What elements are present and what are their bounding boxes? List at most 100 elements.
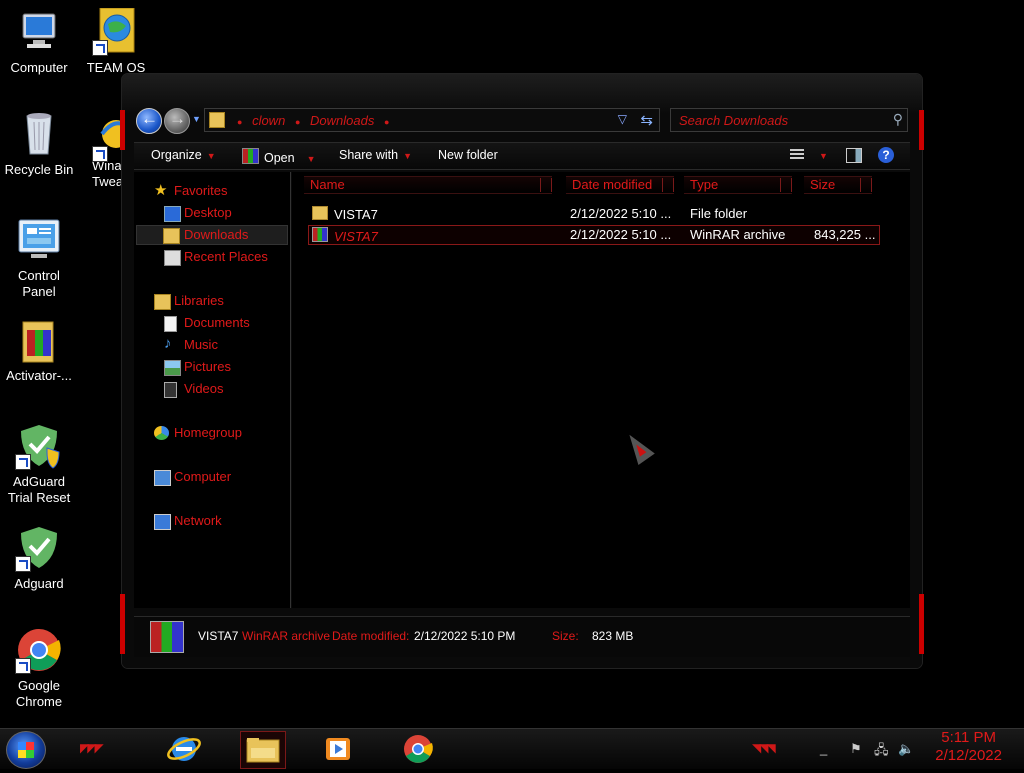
recent-pages-dropdown[interactable]: ▼ [192,114,201,124]
explorer-window[interactable]: ▼ ● clown ● Downloads ● ▽ ⇆ Search Downl… [120,74,924,668]
preview-pane-icon[interactable] [846,148,862,163]
file-list: Name Date modified Type Size VISTA7 2/12… [292,172,910,608]
details-date-label: Date modified: [332,629,410,643]
nav-label: Videos [184,381,224,396]
nav-pictures[interactable]: Pictures [164,359,231,376]
nav-videos[interactable]: Videos [164,381,224,398]
desktop-icon-adguard[interactable]: Adguard [0,524,78,592]
nav-documents[interactable]: Documents [164,315,250,332]
desktop-icon-recycle-bin[interactable]: Recycle Bin [0,110,78,178]
nav-music[interactable]: ♪ Music [164,335,218,352]
address-bar[interactable]: ● clown ● Downloads ● ▽ ⇆ [204,108,660,132]
breadcrumb-separator-icon[interactable]: ● [295,117,300,127]
view-options-icon[interactable] [790,149,804,161]
breadcrumb-separator-icon[interactable]: ● [384,117,389,127]
recycle-bin-icon [15,110,63,158]
desktop-icon-team-os[interactable]: TEAM OS [77,7,155,76]
search-icon[interactable]: ⚲ [893,111,903,128]
desktop-icon-label: Computer [10,60,68,75]
file-row-selected[interactable]: VISTA7 2/12/2022 5:10 ... WinRAR archive… [308,225,880,245]
chevron-down-icon: ▼ [206,151,216,161]
computer-icon [15,8,63,56]
taskbar-decoration: ◥◥◥ [752,741,776,755]
winrar-archive-icon [312,227,328,242]
organize-button[interactable]: Organize ▼ [151,148,216,162]
details-pane: VISTA7 WinRAR archive Date modified: 2/1… [134,616,910,657]
nav-label: Favorites [174,183,228,198]
forward-button[interactable] [164,108,190,134]
view-dropdown[interactable]: ▼ [814,148,828,162]
nav-label: Desktop [184,205,232,220]
nav-downloads[interactable]: Downloads [136,225,288,245]
action-center-flag-icon[interactable]: ⚑ [850,741,862,757]
file-row[interactable]: VISTA7 2/12/2022 5:10 ... File folder [308,204,880,224]
desktop-icon [164,206,181,222]
breadcrumb-item[interactable]: clown [252,113,285,128]
navigation-bar: ▼ ● clown ● Downloads ● ▽ ⇆ Search Downl… [134,106,910,136]
nav-network[interactable]: Network [154,513,222,530]
shortcut-arrow-icon [15,658,31,674]
network-tray-icon[interactable]: 🖧 [874,741,889,763]
details-file-name: VISTA7 [198,629,239,643]
network-icon [154,514,171,530]
pictures-icon [164,360,181,376]
taskbar-media-player[interactable] [316,731,360,767]
desktop-icon-computer[interactable]: Computer [0,8,78,76]
breadcrumb-separator-icon[interactable]: ● [237,117,242,127]
desktop-icon-google-chrome[interactable]: Google Chrome [0,626,78,710]
column-header-size[interactable]: Size [804,176,872,194]
desktop-icon-control-panel[interactable]: Control Panel [0,216,78,300]
nav-label: Libraries [174,293,224,308]
open-button[interactable]: Open ▼ [242,148,316,165]
show-hidden-icons[interactable]: _ [820,741,827,756]
chevron-down-icon: ▼ [819,151,828,161]
media-player-icon [326,738,350,760]
breadcrumb-item[interactable]: Downloads [310,113,374,128]
desktop-icon-activator[interactable]: Activator-... [0,316,78,384]
file-name-text: VISTA7 [334,207,378,222]
nav-homegroup[interactable]: Homegroup [154,425,242,440]
volume-muted-icon[interactable]: 🔈 [898,741,914,757]
downloads-folder-icon [163,228,180,244]
start-button[interactable] [6,731,46,769]
taskbar-google-chrome[interactable] [396,731,440,767]
desktop-icon-label: Control Panel [18,268,60,299]
homegroup-icon [154,426,169,440]
address-dropdown-icon[interactable]: ▽ [618,112,627,126]
clock-date: 2/12/2022 [935,747,1002,764]
back-button[interactable] [136,108,162,134]
libraries-icon [154,294,171,310]
winrar-archive-icon [15,316,63,364]
help-icon[interactable]: ? [878,147,894,163]
refresh-icon[interactable]: ⇆ [640,111,653,129]
winrar-icon [242,148,259,164]
nav-desktop[interactable]: Desktop [164,205,232,222]
nav-libraries[interactable]: Libraries [154,293,224,310]
taskbar-internet-explorer[interactable] [162,731,206,767]
taskbar-clock[interactable]: 5:11 PM 2/12/2022 [935,729,1002,765]
nav-recent-places[interactable]: Recent Places [164,249,268,266]
share-with-button[interactable]: Share with ▼ [339,148,412,162]
chevron-down-icon[interactable]: ▼ [307,154,316,164]
taskbar-decoration: ◤◤◤ [80,741,104,755]
nav-favorites[interactable]: ★ Favorites [154,182,228,199]
desktop-icon-label: Activator-... [6,368,72,383]
frame-accent [919,110,924,150]
search-box[interactable]: Search Downloads ⚲ [670,108,908,132]
adguard-shield-icon [15,422,63,470]
chrome-icon [15,626,63,674]
desktop-icon-adguard-trial-reset[interactable]: AdGuard Trial Reset [0,422,78,506]
new-folder-button[interactable]: New folder [438,148,498,162]
computer-icon [154,470,171,486]
desktop-icon-label: AdGuard Trial Reset [7,474,71,505]
desktop-icon-label: Recycle Bin [4,162,74,177]
nav-computer[interactable]: Computer [154,469,231,486]
taskbar-windows-explorer[interactable] [240,731,286,769]
shortcut-arrow-icon [92,40,108,56]
file-size: 843,225 ... [814,227,876,242]
column-header-type[interactable]: Type [684,176,792,194]
column-header-date-modified[interactable]: Date modified [566,176,674,194]
shortcut-arrow-icon [15,556,31,572]
column-header-name[interactable]: Name [304,176,552,194]
details-size-label: Size: [552,629,579,643]
